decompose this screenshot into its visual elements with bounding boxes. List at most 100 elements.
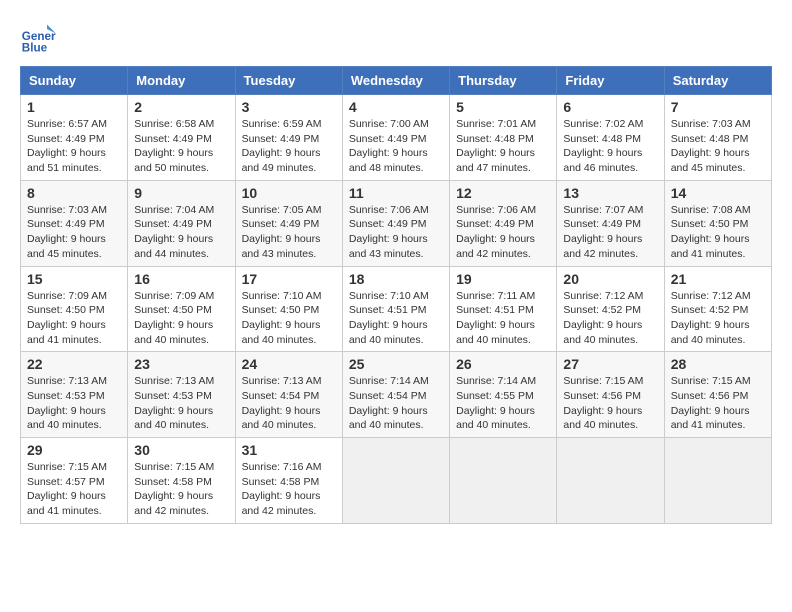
day-number: 27 xyxy=(563,356,657,372)
day-number: 25 xyxy=(349,356,443,372)
week-row-5: 29 Sunrise: 7:15 AMSunset: 4:57 PMDayligh… xyxy=(21,438,772,524)
calendar-cell: 5Sunrise: 7:01 AMSunset: 4:48 PMDaylight… xyxy=(450,95,557,181)
calendar-cell: 28Sunrise: 7:15 AMSunset: 4:56 PMDayligh… xyxy=(664,352,771,438)
calendar-cell: 4Sunrise: 7:00 AMSunset: 4:49 PMDaylight… xyxy=(342,95,449,181)
day-info: Sunrise: 7:13 AMSunset: 4:53 PMDaylight:… xyxy=(134,374,228,433)
col-header-monday: Monday xyxy=(128,67,235,95)
day-number: 30 xyxy=(134,442,228,458)
day-number: 31 xyxy=(242,442,336,458)
calendar-cell xyxy=(342,438,449,524)
day-number: 22 xyxy=(27,356,121,372)
calendar-cell: 3 Sunrise: 6:59 AMSunset: 4:49 PMDaylight… xyxy=(235,95,342,181)
calendar-cell: 2 Sunrise: 6:58 AMSunset: 4:49 PMDaylight… xyxy=(128,95,235,181)
day-info: Sunrise: 7:15 AMSunset: 4:58 PMDaylight:… xyxy=(134,460,228,519)
day-number: 2 xyxy=(134,99,228,115)
day-number: 13 xyxy=(563,185,657,201)
day-info: Sunrise: 7:10 AMSunset: 4:51 PMDaylight:… xyxy=(349,289,443,348)
calendar-cell: 21 Sunrise: 7:12 AMSunset: 4:52 PMDayligh… xyxy=(664,266,771,352)
calendar-cell: 23 Sunrise: 7:13 AMSunset: 4:53 PMDayligh… xyxy=(128,352,235,438)
calendar-cell: 24 Sunrise: 7:13 AMSunset: 4:54 PMDayligh… xyxy=(235,352,342,438)
day-info: Sunrise: 6:58 AMSunset: 4:49 PMDaylight:… xyxy=(134,117,228,176)
week-row-3: 15 Sunrise: 7:09 AMSunset: 4:50 PMDayligh… xyxy=(21,266,772,352)
day-number: 11 xyxy=(349,185,443,201)
calendar-cell: 26 Sunrise: 7:14 AMSunset: 4:55 PMDayligh… xyxy=(450,352,557,438)
calendar-table: SundayMondayTuesdayWednesdayThursdayFrid… xyxy=(20,66,772,524)
day-info: Sunrise: 7:05 AMSunset: 4:49 PMDaylight:… xyxy=(242,203,336,262)
day-info: Sunrise: 7:04 AMSunset: 4:49 PMDaylight:… xyxy=(134,203,228,262)
col-header-wednesday: Wednesday xyxy=(342,67,449,95)
calendar-cell: 20 Sunrise: 7:12 AMSunset: 4:52 PMDayligh… xyxy=(557,266,664,352)
col-header-tuesday: Tuesday xyxy=(235,67,342,95)
calendar-cell: 1 Sunrise: 6:57 AMSunset: 4:49 PMDaylight… xyxy=(21,95,128,181)
day-number: 24 xyxy=(242,356,336,372)
day-number: 10 xyxy=(242,185,336,201)
day-number: 12 xyxy=(456,185,550,201)
calendar-cell: 11 Sunrise: 7:06 AMSunset: 4:49 PMDayligh… xyxy=(342,180,449,266)
day-number: 14 xyxy=(671,185,765,201)
day-info: Sunrise: 7:14 AMSunset: 4:55 PMDaylight:… xyxy=(456,374,550,433)
day-info: Sunrise: 7:16 AMSunset: 4:58 PMDaylight:… xyxy=(242,460,336,519)
day-info: Sunrise: 7:13 AMSunset: 4:54 PMDaylight:… xyxy=(242,374,336,433)
day-info: Sunrise: 7:09 AMSunset: 4:50 PMDaylight:… xyxy=(27,289,121,348)
calendar-cell: 15 Sunrise: 7:09 AMSunset: 4:50 PMDayligh… xyxy=(21,266,128,352)
day-number: 17 xyxy=(242,271,336,287)
day-number: 19 xyxy=(456,271,550,287)
calendar-cell xyxy=(557,438,664,524)
day-number: 3 xyxy=(242,99,336,115)
calendar-cell: 17Sunrise: 7:10 AMSunset: 4:50 PMDayligh… xyxy=(235,266,342,352)
day-info: Sunrise: 7:02 AMSunset: 4:48 PMDaylight:… xyxy=(563,117,657,176)
day-info: Sunrise: 7:09 AMSunset: 4:50 PMDaylight:… xyxy=(134,289,228,348)
calendar-cell: 8 Sunrise: 7:03 AMSunset: 4:49 PMDaylight… xyxy=(21,180,128,266)
col-header-saturday: Saturday xyxy=(664,67,771,95)
day-number: 7 xyxy=(671,99,765,115)
day-info: Sunrise: 7:03 AMSunset: 4:49 PMDaylight:… xyxy=(27,203,121,262)
day-number: 26 xyxy=(456,356,550,372)
day-info: Sunrise: 7:11 AMSunset: 4:51 PMDaylight:… xyxy=(456,289,550,348)
day-info: Sunrise: 7:12 AMSunset: 4:52 PMDaylight:… xyxy=(563,289,657,348)
day-info: Sunrise: 7:14 AMSunset: 4:54 PMDaylight:… xyxy=(349,374,443,433)
day-info: Sunrise: 6:59 AMSunset: 4:49 PMDaylight:… xyxy=(242,117,336,176)
day-info: Sunrise: 7:15 AMSunset: 4:57 PMDaylight:… xyxy=(27,460,121,519)
calendar-cell: 18 Sunrise: 7:10 AMSunset: 4:51 PMDayligh… xyxy=(342,266,449,352)
logo-icon: General Blue xyxy=(20,20,56,56)
header-row: SundayMondayTuesdayWednesdayThursdayFrid… xyxy=(21,67,772,95)
day-number: 1 xyxy=(27,99,121,115)
day-info: Sunrise: 7:06 AMSunset: 4:49 PMDaylight:… xyxy=(349,203,443,262)
day-number: 23 xyxy=(134,356,228,372)
page-header: General Blue xyxy=(20,20,772,56)
calendar-cell: 9 Sunrise: 7:04 AMSunset: 4:49 PMDaylight… xyxy=(128,180,235,266)
col-header-thursday: Thursday xyxy=(450,67,557,95)
logo: General Blue xyxy=(20,20,60,56)
col-header-sunday: Sunday xyxy=(21,67,128,95)
calendar-cell: 13Sunrise: 7:07 AMSunset: 4:49 PMDayligh… xyxy=(557,180,664,266)
day-info: Sunrise: 7:12 AMSunset: 4:52 PMDaylight:… xyxy=(671,289,765,348)
calendar-cell: 7 Sunrise: 7:03 AMSunset: 4:48 PMDaylight… xyxy=(664,95,771,181)
day-info: Sunrise: 7:15 AMSunset: 4:56 PMDaylight:… xyxy=(563,374,657,433)
day-number: 29 xyxy=(27,442,121,458)
calendar-cell: 12 Sunrise: 7:06 AMSunset: 4:49 PMDayligh… xyxy=(450,180,557,266)
week-row-4: 22 Sunrise: 7:13 AMSunset: 4:53 PMDayligh… xyxy=(21,352,772,438)
calendar-cell: 19 Sunrise: 7:11 AMSunset: 4:51 PMDayligh… xyxy=(450,266,557,352)
day-info: Sunrise: 7:00 AMSunset: 4:49 PMDaylight:… xyxy=(349,117,443,176)
calendar-cell: 10 Sunrise: 7:05 AMSunset: 4:49 PMDayligh… xyxy=(235,180,342,266)
day-number: 6 xyxy=(563,99,657,115)
calendar-cell: 27 Sunrise: 7:15 AMSunset: 4:56 PMDayligh… xyxy=(557,352,664,438)
calendar-cell xyxy=(450,438,557,524)
day-info: Sunrise: 7:03 AMSunset: 4:48 PMDaylight:… xyxy=(671,117,765,176)
day-info: Sunrise: 6:57 AMSunset: 4:49 PMDaylight:… xyxy=(27,117,121,176)
day-number: 21 xyxy=(671,271,765,287)
day-info: Sunrise: 7:13 AMSunset: 4:53 PMDaylight:… xyxy=(27,374,121,433)
day-number: 20 xyxy=(563,271,657,287)
day-info: Sunrise: 7:06 AMSunset: 4:49 PMDaylight:… xyxy=(456,203,550,262)
calendar-cell: 31 Sunrise: 7:16 AMSunset: 4:58 PMDayligh… xyxy=(235,438,342,524)
day-number: 9 xyxy=(134,185,228,201)
day-number: 18 xyxy=(349,271,443,287)
day-info: Sunrise: 7:08 AMSunset: 4:50 PMDaylight:… xyxy=(671,203,765,262)
svg-text:Blue: Blue xyxy=(22,42,48,55)
week-row-1: 1 Sunrise: 6:57 AMSunset: 4:49 PMDaylight… xyxy=(21,95,772,181)
day-info: Sunrise: 7:15 AMSunset: 4:56 PMDaylight:… xyxy=(671,374,765,433)
calendar-cell: 22 Sunrise: 7:13 AMSunset: 4:53 PMDayligh… xyxy=(21,352,128,438)
day-number: 8 xyxy=(27,185,121,201)
week-row-2: 8 Sunrise: 7:03 AMSunset: 4:49 PMDaylight… xyxy=(21,180,772,266)
day-number: 15 xyxy=(27,271,121,287)
